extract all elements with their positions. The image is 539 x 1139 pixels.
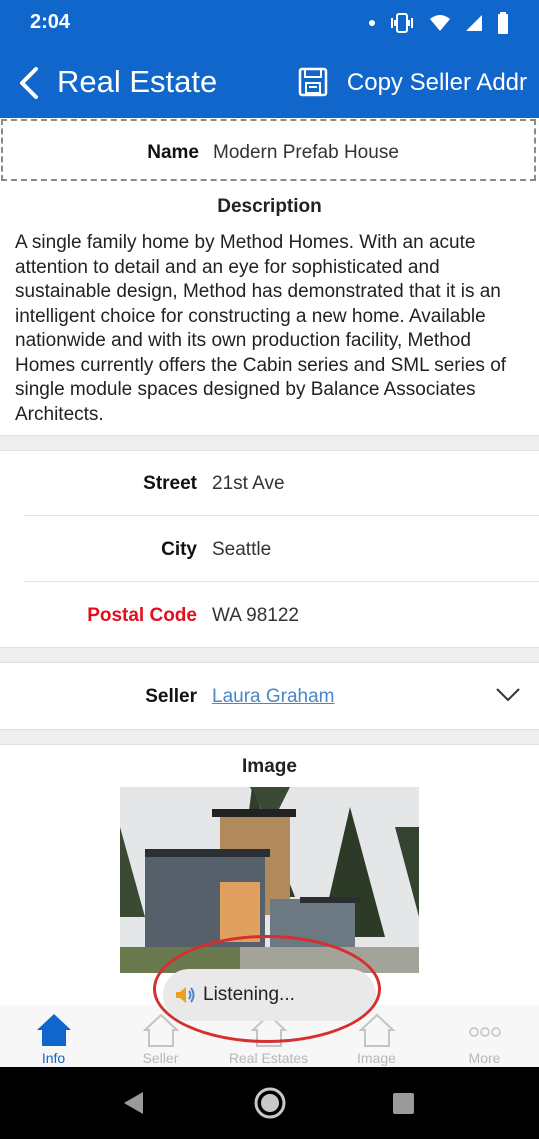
wifi-icon <box>430 15 450 31</box>
tab-more[interactable]: More <box>431 1005 538 1067</box>
section-divider <box>0 647 539 663</box>
battery-icon <box>498 12 508 34</box>
tab-label: Image <box>357 1050 396 1066</box>
notification-dot-icon <box>369 20 375 26</box>
highlight-annotation-circle <box>153 935 381 1043</box>
street-value[interactable]: 21st Ave <box>212 473 285 495</box>
status-bar: 2:04 <box>0 0 539 46</box>
tab-label: More <box>468 1050 501 1066</box>
back-arrow-icon[interactable] <box>16 66 42 100</box>
save-icon[interactable] <box>298 67 328 97</box>
postal-code-label: Postal Code <box>87 605 197 626</box>
seller-label: Seller <box>145 686 197 707</box>
section-divider <box>0 729 539 745</box>
copy-seller-address-button[interactable]: Copy Seller Addr <box>347 69 527 97</box>
status-time: 2:04 <box>30 11 71 33</box>
more-icon <box>469 1027 501 1037</box>
vibrate-icon <box>391 13 413 33</box>
description-label: Description <box>217 196 322 217</box>
row-divider <box>24 581 539 582</box>
system-navigation-bar <box>0 1067 539 1139</box>
description-text[interactable]: A single family home by Method Homes. Wi… <box>15 231 530 427</box>
name-label: Name <box>147 142 199 163</box>
app-bar: Real Estate Copy Seller Addr <box>0 46 539 118</box>
chevron-down-icon[interactable] <box>495 686 521 704</box>
tab-info[interactable]: Info <box>0 1005 107 1067</box>
section-divider <box>0 435 539 451</box>
system-back-icon[interactable] <box>121 1090 147 1116</box>
system-recents-icon[interactable] <box>392 1092 415 1115</box>
system-home-icon[interactable] <box>253 1086 287 1120</box>
name-field-row[interactable]: Name Modern Prefab House <box>1 119 536 181</box>
row-divider <box>24 515 539 516</box>
image-label: Image <box>242 756 297 777</box>
city-label: City <box>161 539 197 560</box>
name-value[interactable]: Modern Prefab House <box>213 142 399 164</box>
home-icon <box>37 1014 71 1046</box>
tab-label: Real Estates <box>228 1050 309 1066</box>
signal-icon <box>466 15 482 31</box>
tab-label: Seller <box>142 1050 179 1066</box>
postal-code-value[interactable]: WA 98122 <box>212 605 299 627</box>
status-icons <box>369 10 509 36</box>
seller-link[interactable]: Laura Graham <box>212 686 335 708</box>
page-title: Real Estate <box>57 64 218 99</box>
city-value[interactable]: Seattle <box>212 539 271 561</box>
tab-label: Info <box>41 1050 66 1066</box>
street-label: Street <box>143 473 197 494</box>
